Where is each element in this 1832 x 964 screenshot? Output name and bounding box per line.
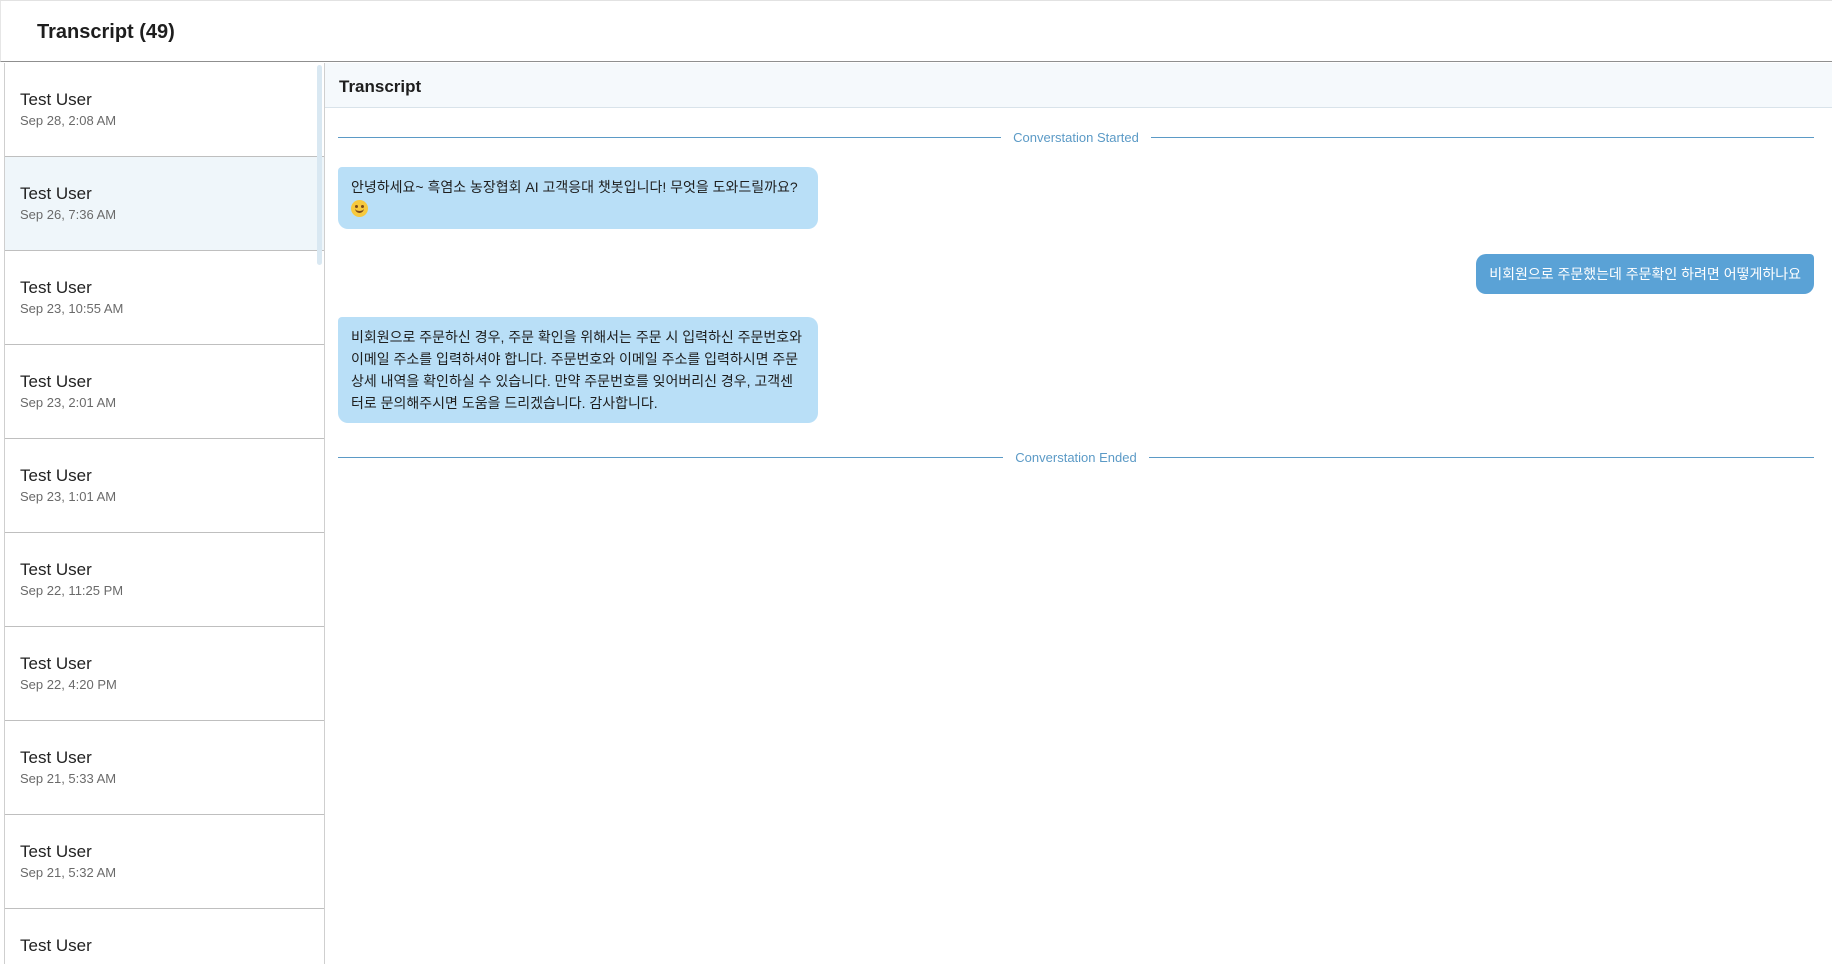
conversation-ended-divider: Converstation Ended — [338, 449, 1815, 465]
conversation-item[interactable]: Test User Sep 23, 10:55 AM — [5, 251, 324, 345]
divider-line — [1148, 456, 1815, 458]
conversation-user-name: Test User — [20, 278, 92, 297]
conversation-item[interactable]: Test User Sep 23, 1:01 AM — [5, 439, 324, 533]
user-message-text: 비회원으로 주문했는데 주문확인 하려면 어떻게하나요 — [1489, 266, 1801, 282]
transcript-app: Transcript (49) Test User Sep 28, 2:08 A… — [0, 0, 1832, 964]
conversation-timestamp: Sep 23, 10:55 AM — [20, 301, 124, 316]
conversation-item[interactable]: Test User Sep 22, 11:25 PM — [5, 533, 324, 627]
page-header: Transcript (49) — [0, 1, 1832, 62]
conversation-item[interactable]: Test User Sep 21, 5:32 AM — [5, 815, 324, 909]
conversation-timestamp: Sep 23, 1:01 AM — [20, 489, 117, 504]
conversation-timestamp: Sep 21, 5:33 AM — [20, 771, 117, 786]
smiling-face-icon — [351, 200, 368, 217]
conversation-timestamp: Sep 22, 11:25 PM — [20, 583, 124, 598]
conversation-user-name: Test User — [20, 748, 92, 767]
transcript-panel: Transcript Converstation Started 안녕하세요~ … — [325, 63, 1832, 964]
transcript-panel-title: Transcript — [325, 63, 1832, 108]
bot-message-text: 비회원으로 주문하신 경우, 주문 확인을 위해서는 주문 시 입력하신 주문번… — [351, 329, 803, 411]
conversation-timestamp: Sep 21, 5:32 AM — [20, 865, 117, 880]
conversation-item[interactable]: Test User Sep 21, 5:33 AM — [5, 721, 324, 815]
divider-line — [338, 456, 1004, 458]
sidebar-scrollbar[interactable] — [317, 65, 322, 265]
conversation-user-name: Test User — [20, 654, 92, 673]
bot-message: 안녕하세요~ 흑염소 농장협회 AI 고객응대 챗봇입니다! 무엇을 도와드릴까… — [338, 167, 818, 229]
conversation-timestamp: Sep 28, 2:08 AM — [20, 113, 117, 128]
conversation-user-name: Test User — [20, 560, 92, 579]
page-title: Transcript (49) — [37, 21, 175, 43]
divider-line — [338, 136, 1002, 138]
bot-message-text: 안녕하세요~ 흑염소 농장협회 AI 고객응대 챗봇입니다! 무엇을 도와드릴까… — [351, 179, 798, 195]
conversation-item[interactable]: Test User Sep 23, 2:01 AM — [5, 345, 324, 439]
conversation-item-selected[interactable]: Test User Sep 26, 7:36 AM — [5, 157, 324, 251]
bot-message: 비회원으로 주문하신 경우, 주문 확인을 위해서는 주문 시 입력하신 주문번… — [338, 317, 818, 423]
conversation-user-name: Test User — [20, 936, 92, 955]
conversation-timestamp: Sep 26, 7:36 AM — [20, 207, 117, 222]
divider-line — [1150, 136, 1815, 138]
conversation-ended-label: Converstation Ended — [1015, 449, 1137, 465]
conversation-user-name: Test User — [20, 842, 92, 861]
conversation-user-name: Test User — [20, 90, 92, 109]
conversation-item[interactable]: Test User Sep 22, 4:20 PM — [5, 627, 324, 721]
conversation-user-name: Test User — [20, 372, 92, 391]
user-message: 비회원으로 주문했는데 주문확인 하려면 어떻게하나요 — [1476, 254, 1814, 294]
conversation-timestamp: Sep 22, 4:20 PM — [20, 677, 117, 692]
conversation-timestamp: Sep 23, 2:01 AM — [20, 395, 117, 410]
conversation-item[interactable]: Test User — [5, 909, 324, 964]
conversation-user-name: Test User — [20, 466, 92, 485]
conversation-list[interactable]: Test User Sep 28, 2:08 AM Test User Sep … — [4, 63, 325, 964]
conversation-item[interactable]: Test User Sep 28, 2:08 AM — [5, 63, 324, 157]
conversation-started-label: Converstation Started — [1013, 129, 1139, 145]
conversation-user-name: Test User — [20, 184, 92, 203]
conversation-started-divider: Converstation Started — [338, 129, 1815, 145]
